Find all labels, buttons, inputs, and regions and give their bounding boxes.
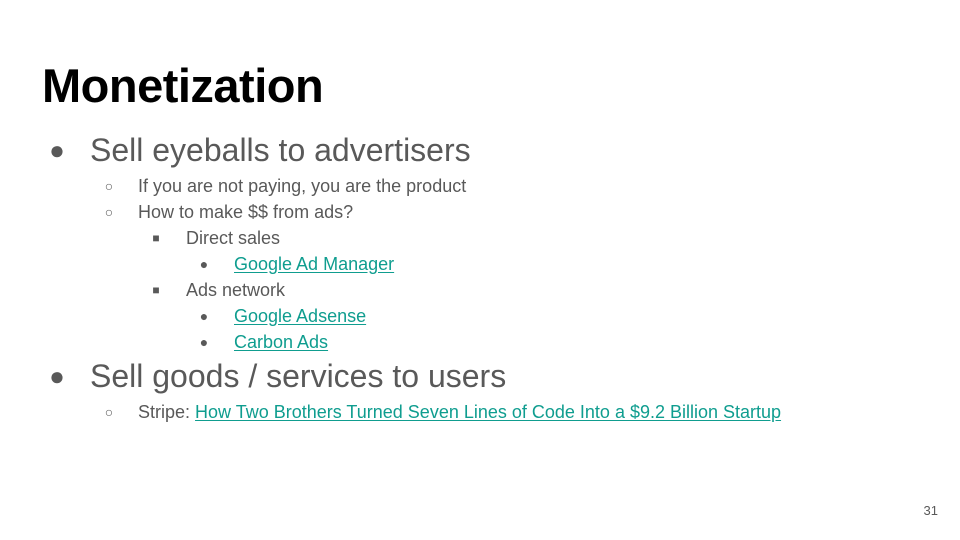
carbon-ads-link[interactable]: Carbon Ads <box>234 330 328 354</box>
bullet-text: How to make $$ from ads? <box>138 202 354 222</box>
slide-title: Monetization <box>42 59 324 112</box>
bullet-circle-icon: ○ <box>104 204 114 220</box>
slide: Monetization ● Sell eyeballs to advertis… <box>0 0 960 540</box>
bullet-dot-icon: ● <box>199 308 209 324</box>
stripe-line: Stripe: How Two Brothers Turned Seven Li… <box>138 400 781 424</box>
stripe-prefix: Stripe: <box>138 402 196 422</box>
bullet-text: Sell goods / services to users <box>90 358 507 394</box>
bullet-text: If you are not paying, you are the produ… <box>138 176 467 196</box>
bullet-dot-icon: ● <box>199 256 209 272</box>
bullet-circle-icon: ○ <box>104 178 114 194</box>
bullet-dot-icon: ● <box>49 135 65 165</box>
bullet-text: Sell eyeballs to advertisers <box>90 132 471 168</box>
bullet-square-icon: ■ <box>152 283 160 297</box>
stripe-article-link[interactable]: How Two Brothers Turned Seven Lines of C… <box>195 402 781 422</box>
google-adsense-link[interactable]: Google Adsense <box>234 304 366 328</box>
bullet-circle-icon: ○ <box>104 404 114 420</box>
bullet-text: Direct sales <box>186 228 281 248</box>
bullet-dot-icon: ● <box>49 361 65 391</box>
bullet-dot-icon: ● <box>199 334 209 350</box>
page-number: 31 <box>923 503 938 518</box>
google-ad-manager-link[interactable]: Google Ad Manager <box>234 252 394 276</box>
bullet-text: Ads network <box>186 280 286 300</box>
bullet-square-icon: ■ <box>152 231 160 245</box>
